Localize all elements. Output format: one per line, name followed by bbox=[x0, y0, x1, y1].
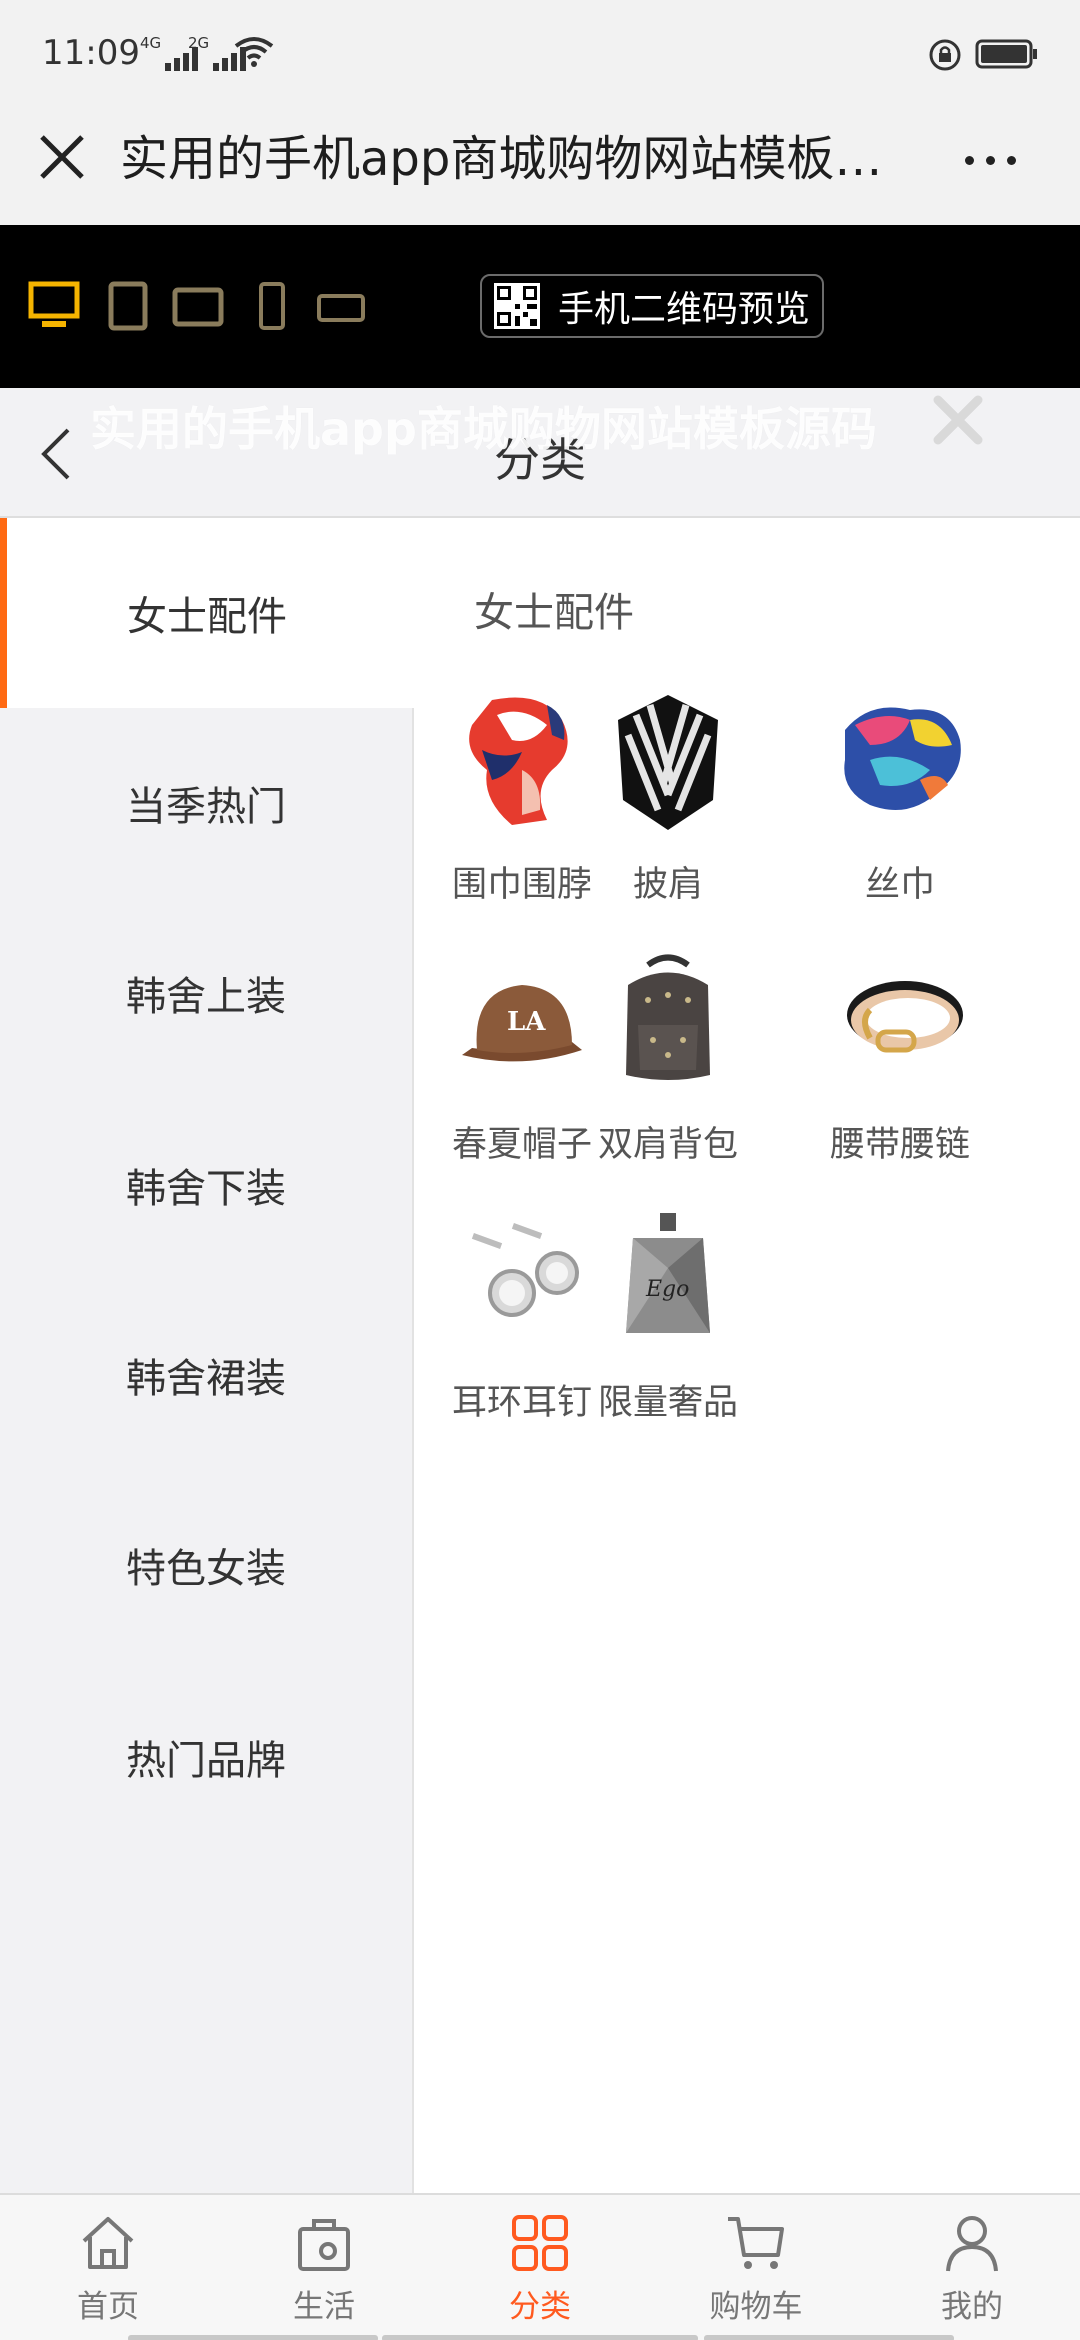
sidebar-item-featured[interactable]: 特色女装 bbox=[0, 1470, 412, 1660]
sidebar-item-accessories[interactable]: 女士配件 bbox=[0, 518, 414, 708]
product-luxury[interactable]: Ego 限量奢品 bbox=[558, 1208, 778, 1425]
sidebar-item-seasonal[interactable]: 当季热门 bbox=[0, 708, 412, 898]
backpack-image bbox=[626, 954, 710, 1080]
gesture-bar bbox=[128, 2335, 378, 2340]
qr-code-icon bbox=[494, 283, 540, 329]
category-content: 女士配件 围巾围脖 披肩 丝巾 LA 春夏帽子 双肩背包 腰带腰链 耳环耳钉 E… bbox=[414, 518, 1080, 2193]
battery-icon bbox=[975, 39, 1037, 69]
close-icon[interactable] bbox=[32, 127, 92, 187]
phone-landscape-icon[interactable] bbox=[316, 293, 366, 323]
nav-item-cart[interactable]: 购物车 bbox=[676, 2211, 836, 2326]
status-time: 11:09 bbox=[42, 33, 140, 73]
status-bar: 11:09 4G 2G bbox=[0, 0, 1080, 105]
sidebar-item-dresses[interactable]: 韩舍裙装 bbox=[0, 1280, 412, 1470]
nav-item-home[interactable]: 首页 bbox=[28, 2211, 188, 2326]
cart-icon bbox=[728, 2217, 784, 2269]
tablet-icon[interactable] bbox=[108, 281, 148, 331]
qr-preview-button[interactable]: 手机二维码预览 bbox=[480, 274, 824, 338]
tablet-landscape-icon[interactable] bbox=[172, 287, 224, 327]
browser-header: 实用的手机app商城购物网站模板源码 bbox=[0, 105, 1080, 225]
overlay-close-icon[interactable] bbox=[930, 392, 986, 448]
device-preview-toolbar: 手机二维码预览 bbox=[0, 225, 1080, 388]
nav-item-profile[interactable]: 我的 bbox=[892, 2211, 1052, 2326]
overlay-title: 实用的手机app商城购物网站模板源码 bbox=[90, 402, 877, 456]
lock-rotation-icon bbox=[929, 39, 961, 71]
phone-icon[interactable] bbox=[258, 281, 286, 331]
product-silk-scarf[interactable]: 丝巾 bbox=[790, 690, 1010, 907]
browser-title: 实用的手机app商城购物网站模板源码 bbox=[120, 131, 900, 187]
product-backpack[interactable]: 双肩背包 bbox=[558, 950, 778, 1167]
category-grid-icon bbox=[512, 2215, 568, 2271]
sidebar-item-bottoms[interactable]: 韩舍下装 bbox=[0, 1090, 412, 1280]
sidebar-item-brands[interactable]: 热门品牌 bbox=[0, 1662, 412, 1852]
shawl-image bbox=[618, 695, 718, 830]
gesture-bar bbox=[704, 2335, 954, 2340]
nav-item-category[interactable]: 分类 bbox=[460, 2211, 620, 2326]
desktop-icon[interactable] bbox=[28, 281, 80, 331]
qr-preview-label: 手机二维码预览 bbox=[558, 289, 811, 330]
product-shawl[interactable]: 披肩 bbox=[558, 690, 778, 907]
life-bag-icon bbox=[298, 2219, 350, 2271]
category-header: 分类 实用的手机app商城购物网站模板源码 bbox=[0, 388, 1080, 518]
home-icon bbox=[82, 2217, 134, 2269]
svg-text:LA: LA bbox=[507, 1007, 546, 1037]
content-heading: 女士配件 bbox=[474, 590, 634, 636]
sidebar-item-tops[interactable]: 韩舍上装 bbox=[0, 898, 412, 1088]
bottom-navigation: 首页 生活 分类 购物车 我的 bbox=[0, 2193, 1080, 2340]
category-sidebar: 女士配件 当季热门 韩舍上装 韩舍下装 韩舍裙装 特色女装 热门品牌 bbox=[0, 518, 414, 2193]
belt-image bbox=[847, 981, 963, 1053]
more-icon[interactable] bbox=[965, 145, 1025, 175]
silk-scarf-image bbox=[844, 707, 961, 810]
nav-item-life[interactable]: 生活 bbox=[244, 2211, 404, 2326]
svg-text:Ego: Ego bbox=[645, 1277, 689, 1302]
user-icon bbox=[946, 2216, 998, 2272]
wifi-icon bbox=[234, 37, 274, 67]
gesture-bar bbox=[382, 2335, 698, 2340]
perfume-image: Ego bbox=[626, 1213, 710, 1333]
product-belt[interactable]: 腰带腰链 bbox=[790, 950, 1010, 1167]
